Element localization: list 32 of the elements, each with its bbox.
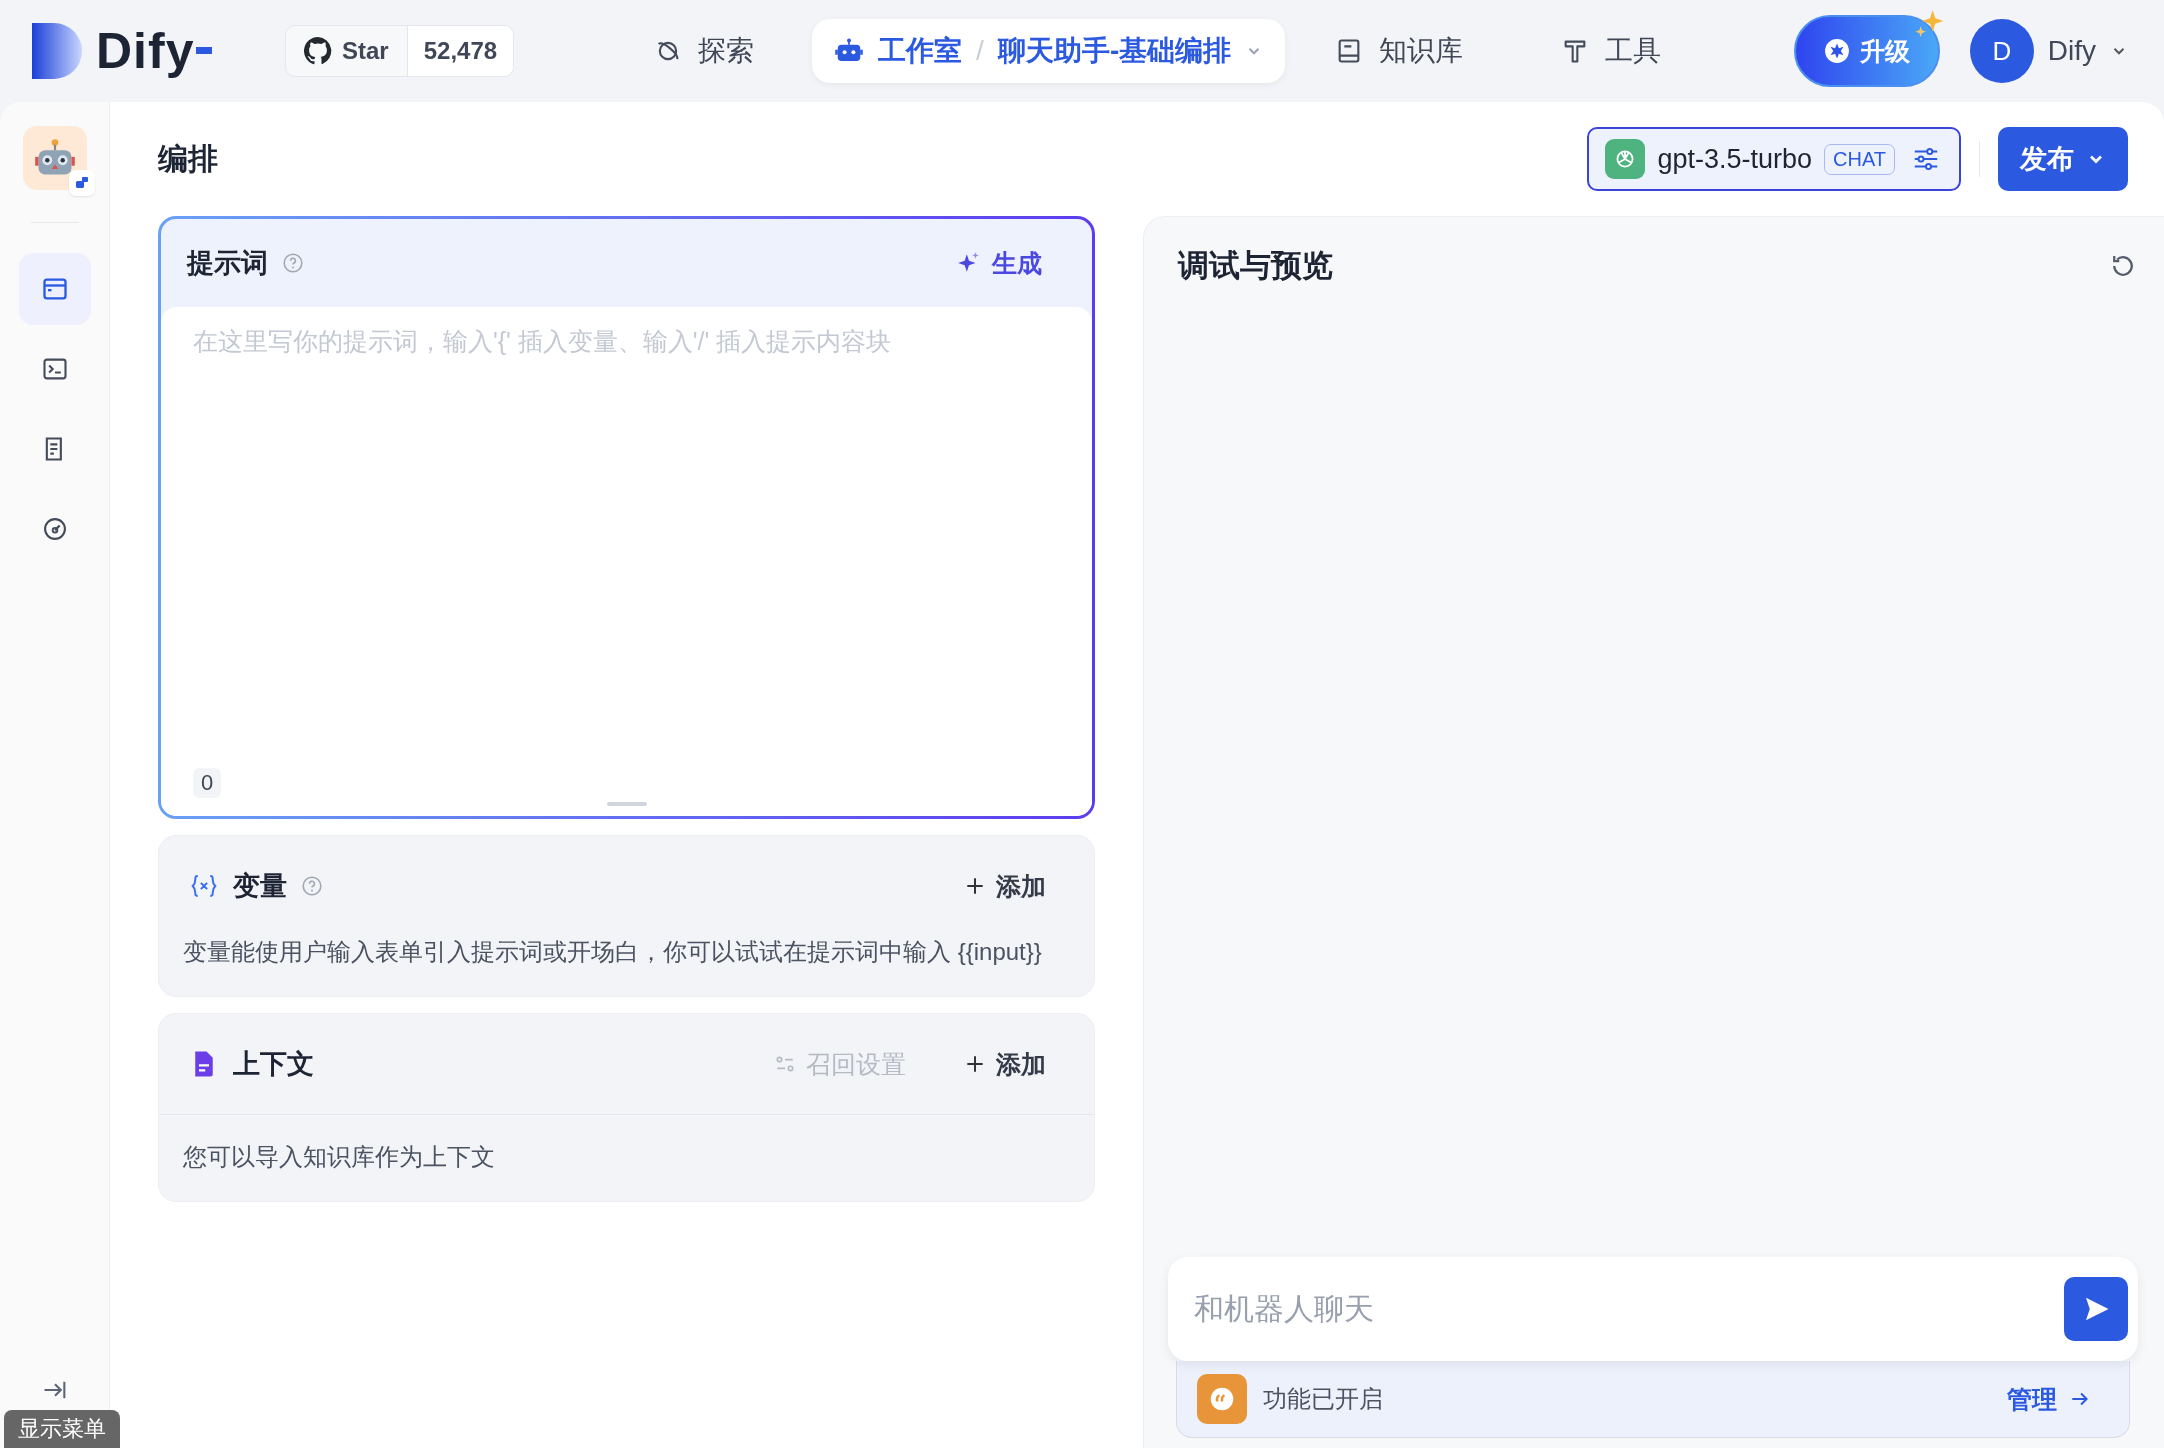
upgrade-button[interactable]: 升级 (1793, 15, 1940, 87)
tooltip: 显示菜单 (4, 1410, 120, 1448)
character-count: 0 (193, 768, 222, 798)
app-name[interactable]: 聊天助手-基础编排 (997, 32, 1232, 70)
user-avatar: D (1969, 19, 2034, 83)
tools-nav-link[interactable]: 工具 (1541, 22, 1682, 80)
github-star-widget[interactable]: Star 52,478 (285, 25, 515, 77)
brand-name: Dify (96, 22, 195, 80)
add-context-button[interactable]: 添加 (964, 1047, 1046, 1081)
add-variable-button[interactable]: 添加 (964, 869, 1046, 903)
features-status: 功能已开启 (1263, 1384, 1383, 1414)
star-link[interactable]: Star (286, 26, 408, 76)
context-description: 您可以导入知识库作为上下文 (182, 1142, 496, 1172)
chat-input[interactable]: 和机器人聊天 (1168, 1257, 2138, 1361)
user-menu[interactable]: D Dify (1969, 19, 2128, 83)
context-title: 上下文 (233, 1048, 314, 1081)
breadcrumb-separator: / (976, 35, 984, 67)
explore-nav-link[interactable]: 探索 (634, 22, 775, 80)
manage-link[interactable]: 管理 (2007, 1382, 2091, 1416)
page-title: 编排 (158, 140, 219, 177)
variables-description: 变量能使用户输入表单引入提示词或开场白，你可以试试在提示词中输入 {{input}} (182, 937, 1043, 967)
publish-button[interactable]: 发布 (1998, 127, 2128, 191)
mode-tag: CHAT (1824, 143, 1895, 175)
datasets-nav-link[interactable]: 知识库 (1315, 22, 1484, 80)
variables-title: 变量 (233, 870, 287, 903)
studio-nav-tab[interactable]: 工作室 / 聊天助手-基础编排 (812, 19, 1286, 83)
debug-title: 调试与预览 (1178, 247, 1333, 285)
star-count: 52,478 (407, 26, 514, 76)
generate-button[interactable]: 生成 (956, 246, 1042, 280)
prompt-title: 提示词 (187, 247, 268, 280)
model-name: gpt-3.5-turbo (1657, 143, 1813, 175)
model-selector[interactable]: gpt-3.5-turbo CHAT (1587, 127, 1961, 191)
